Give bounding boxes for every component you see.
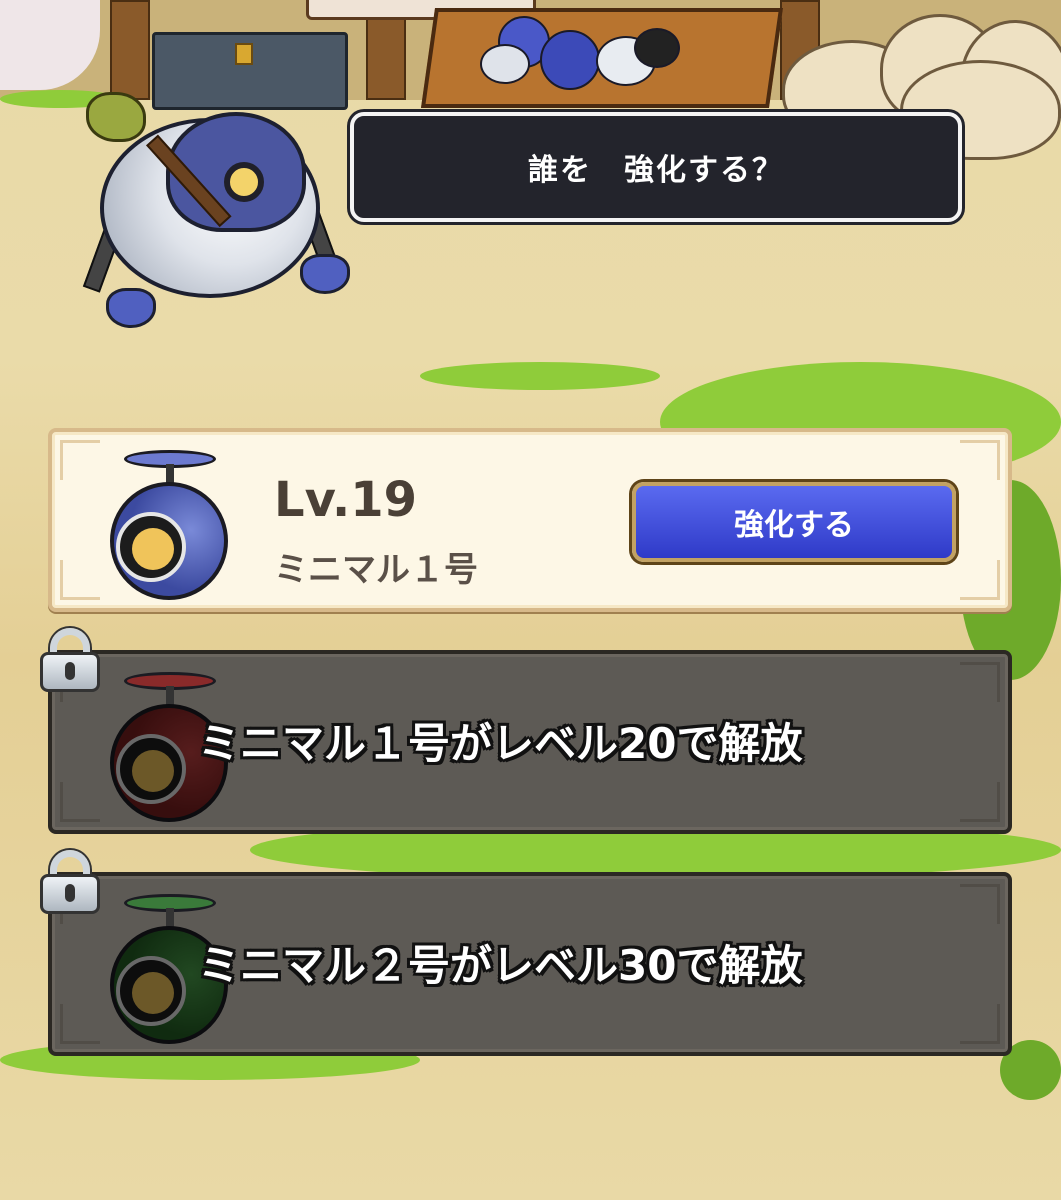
bot-lens: [132, 750, 174, 792]
wooden-post: [110, 0, 150, 100]
card-corner-ornament: [960, 884, 1000, 924]
card-corner-ornament: [60, 782, 100, 822]
card-corner-ornament: [960, 1004, 1000, 1044]
card-corner-ornament: [960, 782, 1000, 822]
card-corner-ornament: [960, 440, 1000, 480]
minimal-bot-blue-icon: [110, 442, 230, 602]
smith-robot-character: [56, 92, 376, 342]
robot-eye: [224, 162, 264, 202]
padlock-keyhole: [65, 662, 75, 680]
robot-hand: [300, 254, 350, 294]
companion-level: Lv.19: [274, 472, 417, 528]
unlock-condition-text: ミニマル２号がレベル30で解放: [198, 941, 803, 990]
grass-patch: [420, 362, 660, 390]
unlock-condition-text: ミニマル１号がレベル20で解放: [198, 719, 803, 768]
dark-helmet-item: [634, 28, 680, 68]
enhance-button[interactable]: 強化する: [632, 482, 956, 562]
card-corner-ornament: [960, 662, 1000, 702]
companion-card-minimal-1[interactable]: Lv.19 ミニマル１号 強化する: [48, 428, 1012, 612]
card-corner-ornament: [960, 560, 1000, 600]
robot-hand: [106, 288, 156, 328]
card-corner-ornament: [60, 560, 100, 600]
locked-card-2: ミニマル２号がレベル30で解放: [40, 850, 1012, 1056]
padlock-keyhole: [65, 884, 75, 902]
card-corner-ornament: [60, 440, 100, 480]
chest-lock: [235, 43, 253, 65]
blue-ball-item: [540, 30, 600, 90]
card-corner-ornament: [60, 1004, 100, 1044]
bot-lens: [132, 528, 174, 570]
white-part-item: [480, 44, 530, 84]
companion-name: ミニマル１号: [274, 550, 478, 590]
robot-bag: [86, 92, 146, 142]
locked-card-1: ミニマル１号がレベル20で解放: [40, 628, 1012, 834]
selection-prompt: 誰を 強化する？: [350, 112, 962, 222]
bot-lens: [132, 972, 174, 1014]
padlock-icon: [38, 850, 104, 914]
padlock-icon: [38, 628, 104, 692]
